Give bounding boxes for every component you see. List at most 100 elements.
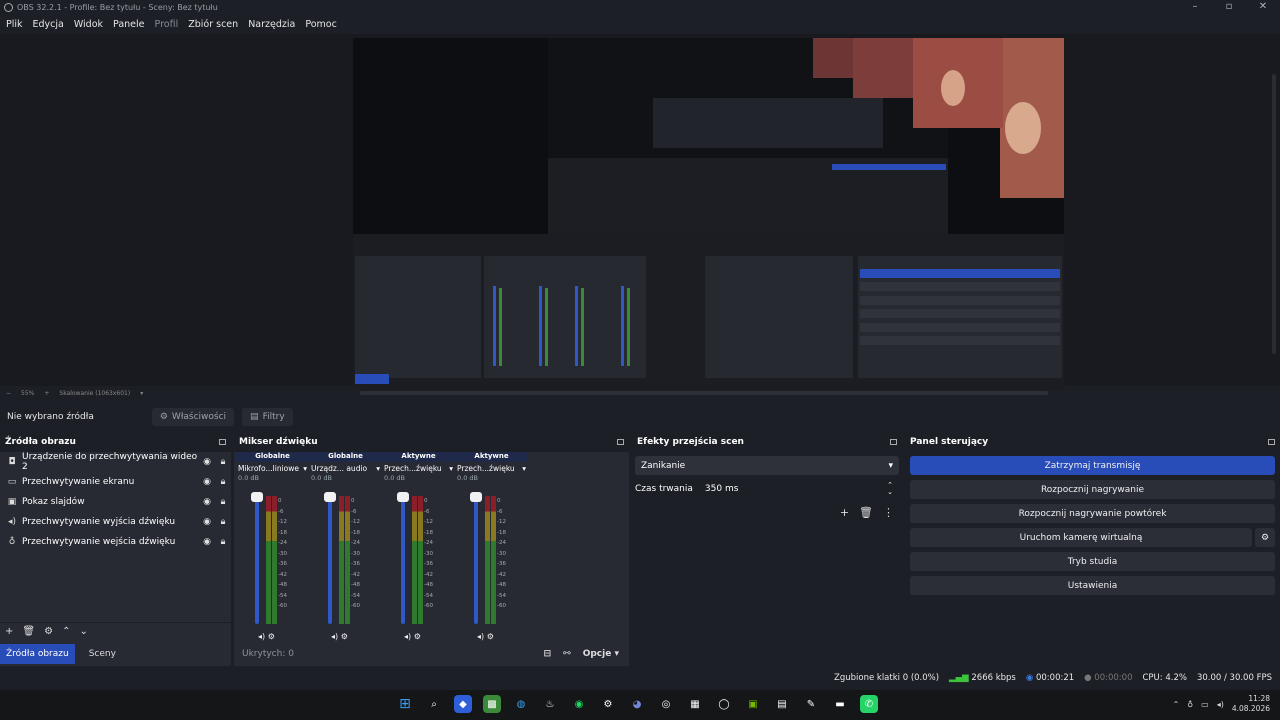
tab-sources[interactable]: Źródła obrazu bbox=[0, 644, 75, 664]
whatsapp-icon[interactable]: ✆ bbox=[860, 695, 878, 713]
steam-icon[interactable]: ♨ bbox=[541, 695, 559, 713]
notepad-icon[interactable]: ▦ bbox=[686, 695, 704, 713]
lock-icon[interactable]: 🔒︎ bbox=[215, 537, 231, 547]
menu-file[interactable]: Plik bbox=[6, 19, 23, 30]
start-replay-buffer-button[interactable]: Rozpocznij nagrywanie powtórek bbox=[910, 504, 1275, 523]
volume-slider[interactable] bbox=[401, 494, 405, 624]
lock-icon[interactable]: 🔒︎ bbox=[215, 477, 231, 487]
gear-icon[interactable]: ⚙ bbox=[268, 632, 275, 641]
minimize-icon[interactable]: – bbox=[1178, 0, 1212, 15]
move-down-icon[interactable]: ⌄ bbox=[79, 626, 87, 637]
speaker-icon[interactable]: ◂) bbox=[404, 632, 411, 641]
gear-icon[interactable]: ⚙ bbox=[44, 626, 53, 637]
zoom-in-icon[interactable]: + bbox=[44, 390, 49, 397]
terminal-icon[interactable]: ▤ bbox=[773, 695, 791, 713]
lock-icon[interactable]: 🔒︎ bbox=[215, 497, 231, 507]
chevron-down-icon[interactable]: ▾ bbox=[303, 464, 307, 473]
app-icon[interactable]: ◆ bbox=[454, 695, 472, 713]
edge-icon[interactable]: ◍ bbox=[512, 695, 530, 713]
gear-icon[interactable]: ⚙ bbox=[1255, 528, 1275, 547]
scale-dropdown-icon[interactable]: ▾ bbox=[140, 390, 143, 397]
add-icon[interactable]: + bbox=[5, 626, 13, 637]
chrome-icon[interactable]: ◎ bbox=[657, 695, 675, 713]
volume-slider-handle[interactable] bbox=[251, 492, 263, 502]
eye-icon[interactable]: ◉ bbox=[199, 497, 215, 507]
lock-icon[interactable]: 🔒︎ bbox=[215, 457, 231, 467]
settings-button[interactable]: Ustawienia bbox=[910, 576, 1275, 595]
speaker-icon[interactable]: ◂) bbox=[331, 632, 338, 641]
search-icon[interactable]: ⌕ bbox=[425, 695, 443, 713]
undock-icon[interactable] bbox=[219, 439, 226, 445]
source-item[interactable]: ♁ Przechwytywanie wejścia dźwięku ◉ 🔒︎ bbox=[0, 532, 231, 552]
discord-icon[interactable]: ◕ bbox=[628, 695, 646, 713]
menu-scene-collection[interactable]: Zbiór scen bbox=[188, 19, 238, 30]
menu-edit[interactable]: Edycja bbox=[33, 19, 64, 30]
display-icon[interactable]: ▭ bbox=[1201, 700, 1209, 709]
eye-icon[interactable]: ◉ bbox=[199, 537, 215, 547]
trash-icon[interactable]: 🗑︎ bbox=[859, 506, 873, 519]
properties-button[interactable]: ⚙ Właściwości bbox=[151, 408, 235, 426]
menu-docks[interactable]: Panele bbox=[113, 19, 144, 30]
volume-slider-handle[interactable] bbox=[324, 492, 336, 502]
preview-area[interactable] bbox=[0, 34, 1280, 390]
studio-mode-button[interactable]: Tryb studia bbox=[910, 552, 1275, 571]
minecraft-icon[interactable]: ▩ bbox=[483, 695, 501, 713]
preview-vertical-scrollbar[interactable] bbox=[1272, 74, 1276, 354]
channel-name[interactable]: Przech...źwięku ▾ bbox=[382, 462, 455, 474]
duration-input[interactable]: 350 ms ⌃ ⌄ bbox=[698, 479, 899, 498]
source-item[interactable]: ◂) Przechwytywanie wyjścia dźwięku ◉ 🔒︎ bbox=[0, 512, 231, 532]
chevron-down-icon[interactable]: ▾ bbox=[449, 464, 453, 473]
eye-icon[interactable]: ◉ bbox=[199, 517, 215, 527]
more-vertical-icon[interactable]: ⋮ bbox=[883, 506, 894, 519]
undock-icon[interactable] bbox=[890, 439, 897, 445]
start-recording-button[interactable]: Rozpocznij nagrywanie bbox=[910, 480, 1275, 499]
volume-slider-handle[interactable] bbox=[470, 492, 482, 502]
maximize-icon[interactable]: ▫ bbox=[1212, 0, 1246, 15]
stop-streaming-button[interactable]: Zatrzymaj transmisję bbox=[910, 456, 1275, 475]
source-item[interactable]: ▭ Przechwytywanie ekranu ◉ 🔒︎ bbox=[0, 472, 231, 492]
gear-icon[interactable]: ⚙ bbox=[341, 632, 348, 641]
speaker-icon[interactable]: ◂) bbox=[477, 632, 484, 641]
volume-slider-handle[interactable] bbox=[397, 492, 409, 502]
console-icon[interactable]: ▬ bbox=[831, 695, 849, 713]
gear-icon[interactable]: ⚙ bbox=[487, 632, 494, 641]
scale-label[interactable]: Skalowanie (1063x601) bbox=[59, 390, 130, 397]
menu-view[interactable]: Widok bbox=[74, 19, 103, 30]
eye-icon[interactable]: ◉ bbox=[199, 477, 215, 487]
filters-button[interactable]: ▤ Filtry bbox=[242, 408, 293, 426]
eye-icon[interactable]: ◉ bbox=[199, 457, 215, 467]
zoom-out-icon[interactable]: − bbox=[6, 390, 11, 397]
add-icon[interactable]: + bbox=[840, 506, 849, 519]
pen-icon[interactable]: ✎ bbox=[802, 695, 820, 713]
layout-toggle-icon[interactable]: ⊟ bbox=[544, 649, 552, 659]
nvidia-icon[interactable]: ▣ bbox=[744, 695, 762, 713]
chevron-down-icon[interactable]: ▾ bbox=[522, 464, 526, 473]
volume-slider[interactable] bbox=[255, 494, 259, 624]
volume-slider[interactable] bbox=[474, 494, 478, 624]
menu-profile[interactable]: Profil bbox=[155, 19, 179, 30]
undock-icon[interactable] bbox=[1268, 439, 1275, 445]
obs-icon[interactable]: ◯ bbox=[715, 695, 733, 713]
options-button[interactable]: Opcje ▾ bbox=[583, 649, 619, 659]
move-up-icon[interactable]: ⌃ bbox=[62, 626, 70, 637]
trash-icon[interactable]: 🗑︎ bbox=[22, 626, 35, 637]
close-icon[interactable]: ✕ bbox=[1246, 0, 1280, 15]
windows-start-icon[interactable]: ⊞ bbox=[396, 695, 414, 713]
microphone-icon[interactable]: ♁ bbox=[1187, 700, 1193, 709]
tab-scenes[interactable]: Sceny bbox=[83, 644, 122, 664]
spotify-icon[interactable]: ◉ bbox=[570, 695, 588, 713]
source-item[interactable]: ◘ Urządzenie do przechwytywania wideo 2 … bbox=[0, 452, 231, 472]
start-virtual-camera-button[interactable]: Uruchom kamerę wirtualną bbox=[910, 528, 1252, 547]
source-item[interactable]: ▣ Pokaz slajdów ◉ 🔒︎ bbox=[0, 492, 231, 512]
volume-slider[interactable] bbox=[328, 494, 332, 624]
link-icon[interactable]: ⚯ bbox=[563, 649, 571, 659]
channel-name[interactable]: Urządz... audio ▾ bbox=[309, 462, 382, 474]
speaker-icon[interactable]: ◂) bbox=[258, 632, 265, 641]
spinner-arrows-icon[interactable]: ⌃ ⌄ bbox=[887, 481, 893, 496]
lock-icon[interactable]: 🔒︎ bbox=[215, 517, 231, 527]
settings-app-icon[interactable]: ⚙ bbox=[599, 695, 617, 713]
clock[interactable]: 11:28 4.08.2026 bbox=[1232, 694, 1270, 714]
chevron-up-icon[interactable]: ⌃ bbox=[1173, 700, 1180, 709]
preview-canvas[interactable] bbox=[353, 38, 1064, 390]
menu-help[interactable]: Pomoc bbox=[305, 19, 337, 30]
